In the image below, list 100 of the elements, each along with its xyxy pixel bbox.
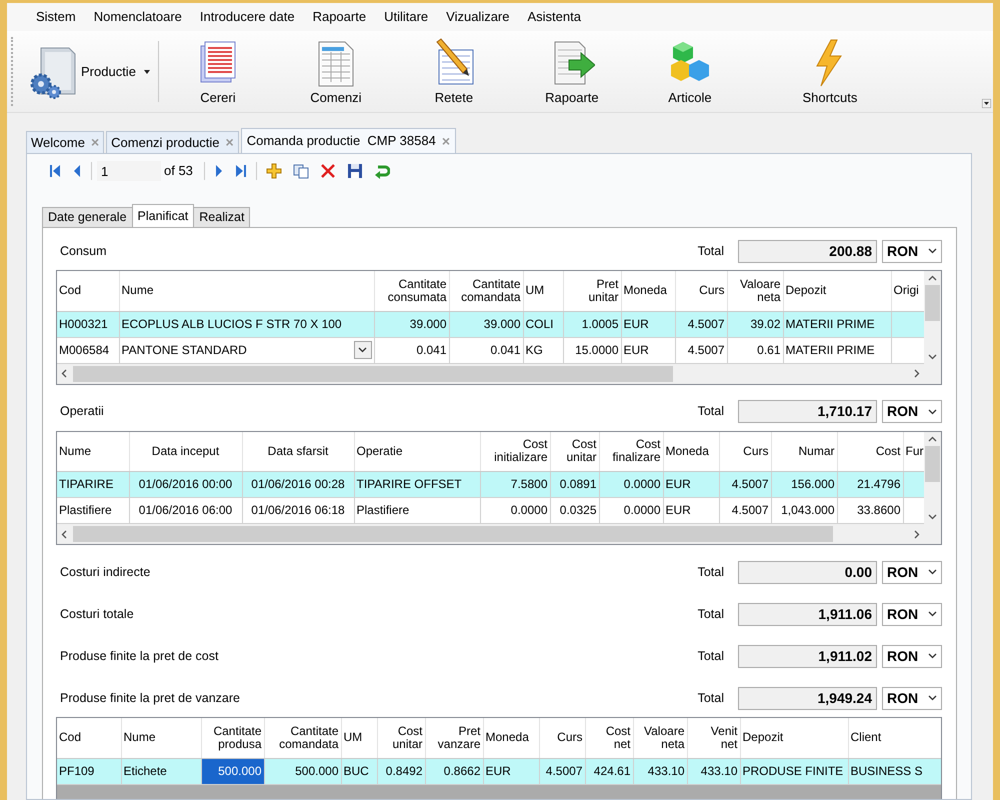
column-header[interactable]: Client <box>848 718 941 758</box>
section-title: Costuri totale <box>59 606 135 622</box>
column-header[interactable]: Depozit <box>783 271 891 311</box>
menu-item[interactable]: Introducere date <box>190 9 304 25</box>
table-cell: 39.000 <box>374 311 449 337</box>
document-tab[interactable]: Comanda productie CMP 38584 × <box>240 128 456 153</box>
record-field[interactable]: 1 <box>97 161 161 181</box>
table-cell: M006584 <box>57 337 119 363</box>
menu-item[interactable]: Vizualizare <box>437 9 518 25</box>
table-row[interactable]: PF109 Etichete 500.000 500.000 BUC 0.8492 0.8662 EUR 4.5007 424.61 433.10 433.10 PRODUSE FINITE BUSINESS S <box>57 758 941 784</box>
tab[interactable]: Planificat <box>132 204 194 227</box>
document-tab[interactable]: Comenzi productie × <box>106 131 239 153</box>
scroll-left-icon <box>61 369 67 378</box>
table-cell: 4.5007 <box>675 311 727 337</box>
menu-item[interactable]: Asistenta <box>518 9 590 25</box>
currency-dropdown[interactable]: RON <box>882 560 942 584</box>
table-cell: PRODUSE FINITE <box>740 758 848 784</box>
column-header[interactable]: Pret vanzare <box>425 718 483 758</box>
currency-dropdown[interactable]: RON <box>882 240 942 262</box>
dropdown-button[interactable] <box>354 341 372 359</box>
table-cell: 39.000 <box>449 311 523 337</box>
table-cell: 21.4796 <box>837 472 903 498</box>
tab-label[interactable]: Comanda productie CMP 38584 <box>246 133 436 149</box>
column-header[interactable]: Moneda <box>483 718 539 758</box>
column-header[interactable]: Venit net <box>687 718 740 758</box>
total-field: 200.88 <box>738 240 877 262</box>
table-cell: H000321 <box>57 311 119 337</box>
column-header[interactable]: Nume <box>121 718 201 758</box>
column-header[interactable]: UM <box>341 718 377 758</box>
column-header[interactable]: Nume <box>119 271 374 311</box>
table-row[interactable]: H000321 ECOPLUS ALB LUCIOS F STR 70 X 100 39.000 39.000 COLI 1.0005 EUR 4.5007 39.02 MATERII PRIME <box>57 311 924 337</box>
scrollbar-thumb[interactable] <box>925 446 940 482</box>
scrollbar-thumb[interactable] <box>73 526 833 542</box>
table-row[interactable]: M006584 PANTONE STANDARD 0.041 0.041 KG 15.0000 EUR 4.5007 0.61 MATERII PRIME <box>57 337 924 363</box>
horizontal-scrollbar[interactable] <box>57 364 924 384</box>
document-tab[interactable]: Welcome × <box>26 131 104 153</box>
column-header[interactable]: Curs <box>675 271 727 311</box>
scrollbar-thumb[interactable] <box>73 366 673 382</box>
currency-dropdown[interactable]: RON <box>882 644 942 668</box>
column-header[interactable]: Cod <box>57 271 119 311</box>
table-cell: 4.5007 <box>675 337 727 363</box>
horizontal-scrollbar[interactable] <box>57 524 924 544</box>
chevron-down-icon <box>358 347 367 353</box>
column-header[interactable]: Cost net <box>585 718 633 758</box>
caret-icon <box>144 70 150 74</box>
total-label: Total <box>698 244 724 258</box>
table-cell: 01/06/2016 00:00 <box>129 472 242 498</box>
overflow-icon[interactable] <box>982 99 991 108</box>
column-header[interactable]: Cantitate comandata <box>264 718 341 758</box>
table-cell: TIPARIRE OFFSET <box>354 472 480 498</box>
tab[interactable]: Date generale <box>42 207 133 227</box>
toolbar-button[interactable]: Comenzi <box>276 31 395 112</box>
toolbar-button[interactable]: Articole <box>630 31 749 112</box>
last-icon <box>234 163 247 179</box>
table-row[interactable]: TIPARIRE 01/06/2016 00:00 01/06/2016 00:28 TIPARIRE OFFSET 7.5800 0.0891 0.0000 EUR 4.5007 156.000 21.4796 <box>57 472 924 498</box>
tab-label[interactable]: Welcome <box>31 134 85 150</box>
toolbar-button[interactable]: Rapoarte <box>512 31 631 112</box>
column-header[interactable]: Pret unitar <box>563 271 621 311</box>
toolbar-button[interactable]: Retete <box>394 31 513 112</box>
table-cell[interactable]: 500.000 <box>202 758 263 783</box>
column-header[interactable]: Depozit <box>740 718 848 758</box>
column-header[interactable]: Cantitate consumata <box>374 271 449 311</box>
table-cell: 0.0000 <box>599 472 663 498</box>
column-header[interactable]: Valoare neta <box>633 718 687 758</box>
vertical-scrollbar[interactable] <box>924 271 941 364</box>
column-header[interactable]: Curs <box>539 718 585 758</box>
tab[interactable]: Realizat <box>193 207 250 227</box>
chevron-down-icon <box>928 408 937 414</box>
column-header[interactable]: Cantitate comandata <box>449 271 523 311</box>
scroll-right-icon <box>914 369 920 378</box>
table-cell: EUR <box>621 337 675 363</box>
menu-item[interactable]: Sistem <box>27 9 85 25</box>
module-dropdown[interactable]: Productie <box>17 31 158 112</box>
column-header[interactable]: Moneda <box>621 271 675 311</box>
menu-item[interactable]: Nomenclatoare <box>84 9 191 25</box>
tab-label[interactable]: Comenzi productie <box>111 134 220 150</box>
column-header[interactable]: Valoare neta <box>727 271 783 311</box>
table-cell: 0.0891 <box>550 472 599 498</box>
table-cell: 39.02 <box>727 311 783 337</box>
toolbar-button[interactable]: Shortcuts <box>770 31 889 112</box>
table-cell: TIPARIRE <box>57 472 129 498</box>
scrollbar-thumb[interactable] <box>925 285 940 321</box>
toolbar-button[interactable]: Cereri <box>158 31 277 112</box>
menu-item[interactable]: Utilitare <box>375 9 438 25</box>
table-cell: MATERII PRIME <box>783 337 891 363</box>
delete-icon <box>320 163 336 179</box>
table-cell: 424.61 <box>585 758 633 784</box>
currency-dropdown[interactable]: RON <box>882 400 942 423</box>
undo-icon <box>374 163 390 179</box>
table-cell: Etichete <box>121 758 201 784</box>
currency-dropdown[interactable]: RON <box>882 686 942 710</box>
currency-dropdown[interactable]: RON <box>882 602 942 626</box>
column-header[interactable]: Cost unitar <box>377 718 425 758</box>
column-header[interactable]: Cantitate produsa <box>201 718 264 758</box>
column-header[interactable]: UM <box>523 271 563 311</box>
menu-item[interactable]: Rapoarte <box>304 9 376 25</box>
total-field: 0.00 <box>738 560 877 584</box>
table-cell: EUR <box>663 472 719 498</box>
vertical-scrollbar[interactable] <box>924 432 941 524</box>
column-header[interactable]: Cod <box>57 718 121 758</box>
